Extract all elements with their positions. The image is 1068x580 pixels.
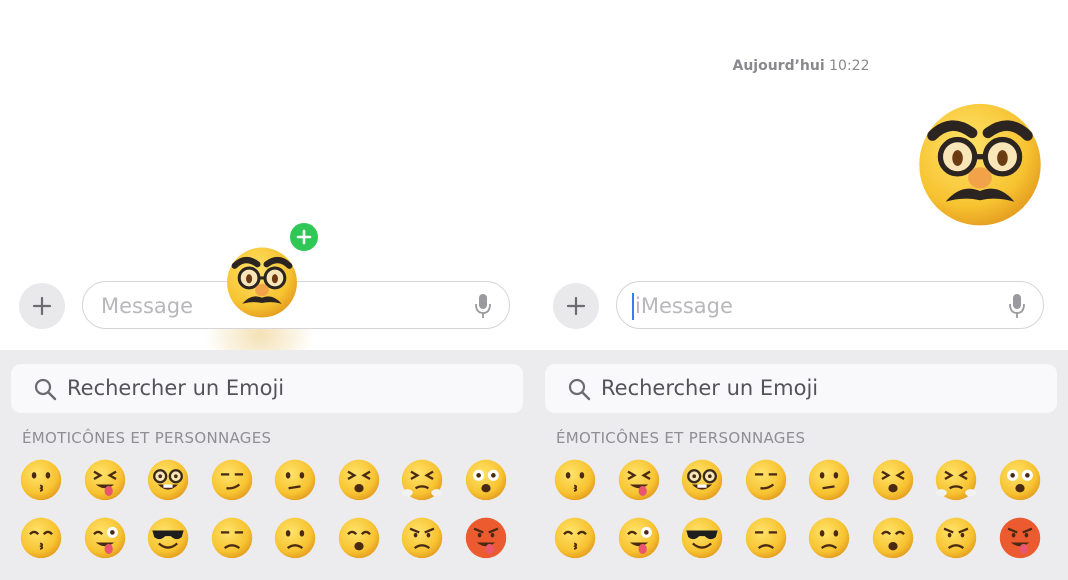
flushed-face-icon[interactable]: [997, 456, 1043, 502]
zany-face-icon[interactable]: [82, 514, 128, 560]
plus-icon: [566, 296, 586, 316]
timestamp-day: Aujourd’hui: [732, 58, 825, 74]
emoji-section-title: ÉMOTICÔNES ET PERSONNAGES: [556, 429, 806, 447]
plus-icon: [296, 229, 312, 245]
angry-face-icon[interactable]: [933, 514, 979, 560]
search-icon: [568, 378, 591, 401]
add-badge: [288, 221, 320, 253]
kissing-smiling-eyes-face-icon[interactable]: [552, 514, 598, 560]
unamused-face-icon[interactable]: [209, 514, 255, 560]
search-icon: [34, 378, 57, 401]
emoji-keyboard: Rechercher un Emoji ÉMOTICÔNES ET PERSON…: [0, 350, 534, 580]
unamused-face-icon[interactable]: [743, 514, 789, 560]
steaming-face-icon[interactable]: [399, 456, 445, 502]
tired-face-icon[interactable]: [870, 456, 916, 502]
dragged-disguised-face-icon[interactable]: [224, 243, 300, 319]
apps-plus-button[interactable]: [19, 283, 65, 329]
sunglasses-face-icon[interactable]: [145, 514, 191, 560]
flushed-face-icon[interactable]: [463, 456, 509, 502]
text-caret: [632, 293, 634, 320]
angry-face-icon[interactable]: [399, 514, 445, 560]
squinting-tongue-face-icon[interactable]: [82, 456, 128, 502]
tired-face-icon[interactable]: [336, 456, 382, 502]
microphone-icon[interactable]: [1009, 293, 1025, 319]
kissing-face-icon[interactable]: [18, 456, 64, 502]
confused-face-icon[interactable]: [272, 456, 318, 502]
message-placeholder: iMessage: [635, 294, 733, 318]
slightly-frowning-face-icon[interactable]: [806, 514, 852, 560]
message-placeholder: Message: [101, 294, 194, 318]
left-screen: Message Rechercher un Emoji ÉMOTICÔNES E…: [0, 0, 534, 580]
microphone-icon[interactable]: [475, 293, 491, 319]
emoji-search-field[interactable]: Rechercher un Emoji: [11, 364, 523, 413]
zany-face-icon[interactable]: [616, 514, 662, 560]
smirking-face-icon[interactable]: [209, 456, 255, 502]
slightly-frowning-face-icon[interactable]: [272, 514, 318, 560]
nerd-face-icon[interactable]: [679, 456, 725, 502]
kissing-face-icon[interactable]: [552, 456, 598, 502]
weary-face-icon[interactable]: [336, 514, 382, 560]
nerd-face-icon[interactable]: [145, 456, 191, 502]
hot-face-icon[interactable]: [997, 514, 1043, 560]
emoji-search-placeholder: Rechercher un Emoji: [601, 376, 819, 400]
emoji-search-placeholder: Rechercher un Emoji: [67, 376, 285, 400]
smirking-face-icon[interactable]: [743, 456, 789, 502]
sunglasses-face-icon[interactable]: [679, 514, 725, 560]
sent-disguised-face-icon[interactable]: [914, 96, 1046, 228]
message-timestamp: Aujourd’hui 10:22: [534, 58, 1068, 74]
emoji-search-field[interactable]: Rechercher un Emoji: [545, 364, 1057, 413]
squinting-tongue-face-icon[interactable]: [616, 456, 662, 502]
emoji-keyboard: Rechercher un Emoji ÉMOTICÔNES ET PERSON…: [534, 350, 1068, 580]
apps-plus-button[interactable]: [553, 283, 599, 329]
emoji-section-title: ÉMOTICÔNES ET PERSONNAGES: [22, 429, 272, 447]
kissing-smiling-eyes-face-icon[interactable]: [18, 514, 64, 560]
right-screen: Aujourd’hui 10:22 iMessage Rechercher un…: [534, 0, 1068, 580]
hot-face-icon[interactable]: [463, 514, 509, 560]
weary-face-icon[interactable]: [870, 514, 916, 560]
timestamp-time: 10:22: [829, 58, 870, 74]
plus-icon: [32, 296, 52, 316]
imessage-input[interactable]: iMessage: [616, 281, 1044, 329]
confused-face-icon[interactable]: [806, 456, 852, 502]
steaming-face-icon[interactable]: [933, 456, 979, 502]
